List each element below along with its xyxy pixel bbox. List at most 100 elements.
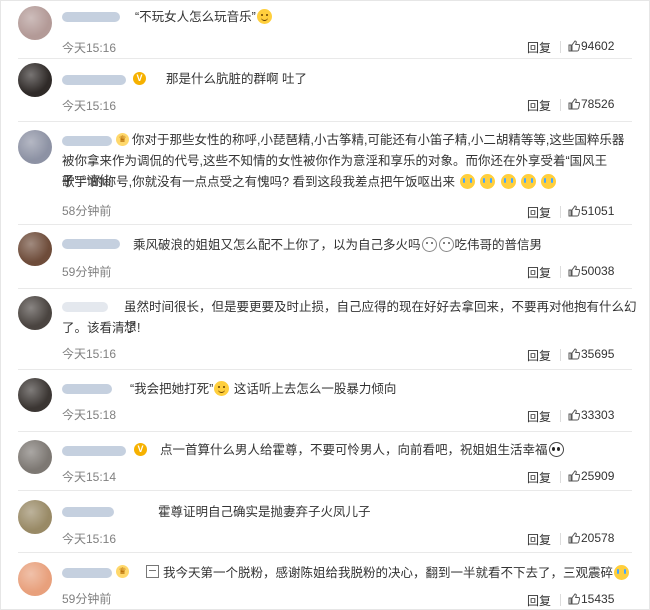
divider: [560, 349, 561, 361]
avatar[interactable]: [18, 6, 52, 40]
username[interactable]: [62, 12, 120, 22]
reply-button[interactable]: 回复: [527, 264, 551, 281]
like-button[interactable]: 33303: [568, 408, 614, 422]
thumbs-up-icon: [568, 409, 581, 421]
divider: [560, 594, 561, 606]
thumbs-up-icon: [568, 40, 581, 52]
avatar[interactable]: [18, 562, 52, 596]
like-count: 35695: [581, 347, 615, 361]
comment-text: “不玩女人怎么玩音乐”: [135, 7, 273, 27]
username[interactable]: [62, 568, 112, 578]
comment-item: ♛ 我今天第一个脱粉，感谢陈姐给我脱粉的决心，翻到一半就看不下去了，三观震碎 5…: [0, 562, 650, 608]
divider: [560, 410, 561, 422]
reply-button[interactable]: 回复: [527, 204, 551, 221]
comment-time: 今天15:16: [62, 99, 117, 113]
comment-text: 你对于那些女性的称呼,小琵琶精,小古筝精,可能还有小笛子精,小二胡精等等,这些国…: [132, 133, 625, 147]
like-button[interactable]: 50038: [568, 264, 614, 278]
separator: [18, 288, 632, 289]
comment-text: 那是什么肮脏的群啊 吐了: [166, 72, 307, 86]
divider: [560, 206, 561, 218]
comment-time: 今天15:14: [62, 470, 117, 484]
avatar[interactable]: [18, 500, 52, 534]
like-button[interactable]: 20578: [568, 531, 614, 545]
smile-emoji-icon: [256, 9, 272, 24]
like-button[interactable]: 35695: [568, 347, 614, 361]
thumbs-up-icon: [568, 470, 581, 482]
comment-time: 59分钟前: [62, 592, 112, 606]
username[interactable]: [62, 446, 126, 456]
reply-button[interactable]: 回复: [527, 531, 551, 548]
reply-button[interactable]: 回复: [527, 39, 551, 56]
username[interactable]: [62, 507, 114, 517]
comment-text: 歌手”的称号,你就没有一点点受之有愧吗? 看到这段我差点把午饭呕出来: [62, 172, 642, 192]
comment-item: V 点一首算什么男人给霍尊，不要可怜男人，向前看吧，祝姐姐生活幸福 今天15:1…: [0, 440, 650, 490]
comment-item: “不玩女人怎么玩音乐” 今天15:16 回复 94602: [0, 6, 650, 60]
crying-emoji-icon: [521, 174, 536, 189]
reply-button[interactable]: 回复: [527, 408, 551, 425]
comment-text: “我会把她打死” 这话听上去怎么一股暴力倾向: [130, 381, 397, 396]
avatar[interactable]: [18, 440, 52, 474]
comment-item: “我会把她打死” 这话听上去怎么一股暴力倾向 今天15:18 回复 33303: [0, 378, 650, 433]
like-button[interactable]: 78526: [568, 97, 614, 111]
thumbs-up-icon: [568, 265, 581, 277]
comment-item: ♛ 你对于那些女性的称呼,小琵琶精,小古筝精,可能还有小笛子精,小二胡精等等,这…: [0, 130, 650, 220]
crying-emoji-icon: [541, 174, 557, 189]
comment-time: 今天15:18: [62, 408, 117, 422]
comment-text: 点一首算什么男人给霍尊，不要可怜男人，向前看吧，祝姐姐生活幸福: [160, 440, 565, 460]
like-count: 15435: [581, 592, 615, 606]
crown-badge-icon: ♛: [116, 565, 129, 578]
crying-emoji-icon: [500, 174, 516, 189]
separator: [18, 431, 632, 432]
thumbs-up-icon: [568, 348, 581, 360]
comment-item: V 那是什么肮脏的群啊 吐了 今天15:16 回复 78526: [0, 63, 650, 123]
comment-item: 虽然时间很长，但是要更要及时止损，自己应得的现在好好去拿回来，不要再对他抱有什么…: [0, 296, 650, 366]
like-button[interactable]: 15435: [568, 592, 614, 606]
separator: [18, 121, 632, 122]
comment-text: 了。该看清了!: [62, 321, 141, 335]
divider: [560, 533, 561, 545]
username[interactable]: [62, 302, 108, 312]
verified-badge-icon: V: [133, 72, 146, 85]
username[interactable]: [62, 384, 112, 394]
reply-button[interactable]: 回复: [527, 97, 551, 114]
reply-button[interactable]: 回复: [527, 592, 551, 609]
verified-badge-icon: V: [134, 443, 147, 456]
like-count: 25909: [581, 469, 615, 483]
username[interactable]: [62, 75, 126, 85]
neutral-emoji-icon: [421, 237, 437, 252]
divider: [560, 41, 561, 53]
neutral-emoji-icon: [438, 237, 454, 252]
like-count: 94602: [581, 39, 615, 53]
thumbs-up-icon: [568, 593, 581, 605]
crying-emoji-icon: [614, 565, 630, 580]
avatar[interactable]: [18, 296, 52, 330]
separator: [18, 224, 632, 225]
like-count: 20578: [581, 531, 615, 545]
comment-text: 霍尊证明自己确实是抛妻弃子火凤儿子: [158, 505, 371, 519]
panda-emoji-icon: [548, 442, 564, 457]
like-count: 33303: [581, 408, 615, 422]
like-count: 51051: [581, 204, 615, 218]
comment-time: 今天15:16: [62, 347, 117, 361]
avatar[interactable]: [18, 378, 52, 412]
divider: [560, 266, 561, 278]
avatar[interactable]: [18, 232, 52, 266]
like-button[interactable]: 25909: [568, 469, 614, 483]
thumbs-up-icon: [568, 532, 581, 544]
divider: [560, 471, 561, 483]
reply-button[interactable]: 回复: [527, 469, 551, 486]
comment-text: 乘风破浪的姐姐又怎么配不上你了，以为自己多火吗 吃伟哥的普信男: [133, 237, 543, 252]
reply-button[interactable]: 回复: [527, 347, 551, 364]
thumbs-up-icon: [568, 98, 581, 110]
comment-item: 乘风破浪的姐姐又怎么配不上你了，以为自己多火吗 吃伟哥的普信男 59分钟前 回复 …: [0, 232, 650, 287]
separator: [18, 552, 632, 553]
divider: [560, 99, 561, 111]
avatar[interactable]: [18, 130, 52, 164]
like-count: 50038: [581, 264, 615, 278]
like-button[interactable]: 51051: [568, 204, 614, 218]
username[interactable]: [62, 239, 120, 249]
like-button[interactable]: 94602: [568, 39, 614, 53]
avatar[interactable]: [18, 63, 52, 97]
crown-badge-icon: ♛: [116, 133, 129, 146]
username[interactable]: [62, 136, 112, 146]
